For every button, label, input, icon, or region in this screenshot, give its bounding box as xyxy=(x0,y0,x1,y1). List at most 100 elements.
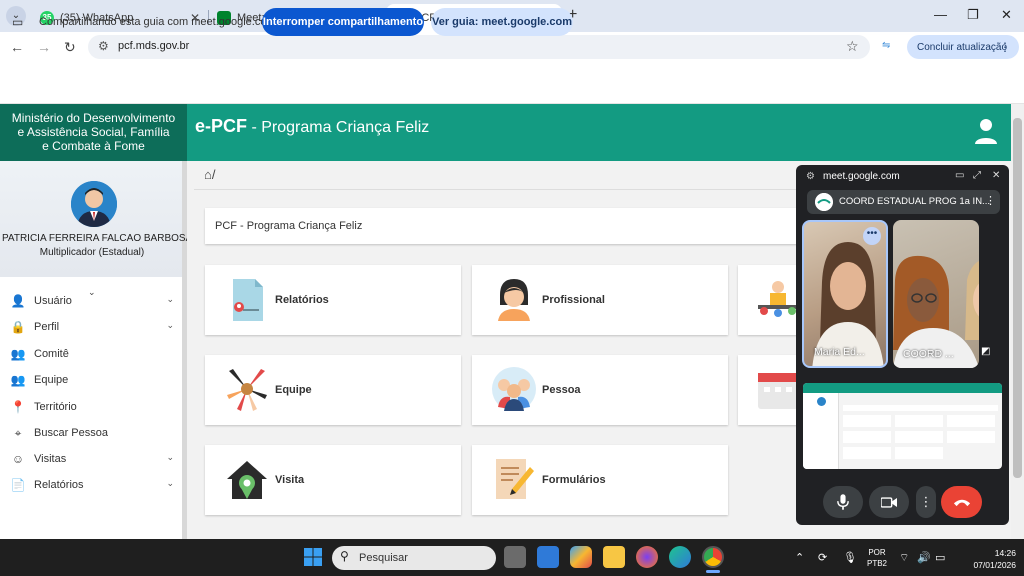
participant-tile[interactable]: COORD ... xyxy=(893,220,979,368)
sidebar-item-relatorios[interactable]: 📄 Relatórios ⌄ xyxy=(10,475,180,495)
site-info-icon[interactable]: ⚙ xyxy=(98,39,109,53)
chevron-down-icon: ⌄ xyxy=(166,320,174,330)
clock[interactable]: 14:26 07/01/2026 xyxy=(960,547,1016,571)
card-label: Profissional xyxy=(542,294,605,306)
calendar-icon xyxy=(758,373,798,409)
file-explorer-icon[interactable] xyxy=(603,546,625,568)
card-formularios[interactable]: Formulários xyxy=(472,445,728,515)
camera-button[interactable] xyxy=(869,486,909,518)
document-icon: 📄 xyxy=(10,478,26,492)
stop-sharing-button[interactable]: Interromper compartilhamento xyxy=(262,8,424,36)
restore-icon[interactable]: ❐ xyxy=(967,7,979,23)
copilot-icon[interactable] xyxy=(570,546,592,568)
preview-card xyxy=(947,431,995,443)
store-icon[interactable] xyxy=(537,546,559,568)
more-options-button[interactable]: ⋮ xyxy=(916,486,936,518)
card-label: Pessoa xyxy=(542,384,581,396)
app-title-bold: e-PCF xyxy=(195,116,248,136)
tray-chevron-icon[interactable]: ⌃ xyxy=(795,551,804,564)
card-pessoa[interactable]: Pessoa xyxy=(472,355,728,425)
windows-start-icon[interactable] xyxy=(304,548,322,566)
update-label: Concluir atualização xyxy=(917,41,1008,53)
presentation-icon: ◩ xyxy=(981,346,991,357)
sidebar-item-comite[interactable]: 👥 Comitê xyxy=(10,344,180,364)
back-icon[interactable]: ← xyxy=(10,39,24,55)
sync-icon[interactable]: ⟳ xyxy=(818,551,827,564)
forward-icon[interactable]: → xyxy=(37,39,51,55)
chrome-icon[interactable] xyxy=(702,546,724,568)
minimize-icon[interactable]: — xyxy=(934,7,947,22)
hang-up-button[interactable] xyxy=(941,486,982,518)
sidebar-item-label: Equipe xyxy=(34,374,69,386)
pip-close-icon[interactable]: ✕ xyxy=(992,170,1000,181)
firefox-icon[interactable] xyxy=(636,546,658,568)
more-vert-icon[interactable]: ⋮ xyxy=(985,194,996,207)
participant-name: Maria Ed... xyxy=(814,346,865,358)
meeting-logo-icon xyxy=(815,193,833,211)
sidebar-item-label: Território xyxy=(34,401,77,413)
camera-small-icon[interactable]: ▭ xyxy=(955,170,964,181)
card-partial[interactable] xyxy=(738,265,804,335)
app-title-rest: - Programa Criança Feliz xyxy=(247,119,430,136)
ministry-line: Ministério do Desenvolvimento xyxy=(11,111,176,125)
share-status-text: Compartilhando esta guia com meet.google… xyxy=(39,16,276,28)
volume-icon[interactable]: 🔊 xyxy=(917,551,931,564)
camera-icon xyxy=(881,496,897,508)
wifi-icon[interactable]: ⌔ xyxy=(899,551,909,565)
more-vert-icon[interactable]: ⋮ xyxy=(999,40,1011,54)
sidebar-item-label: Perfil xyxy=(34,321,60,333)
address-bar[interactable]: ⚙ pcf.mds.gov.br xyxy=(88,35,870,59)
card-label: Visita xyxy=(275,474,305,486)
card-label: Formulários xyxy=(542,474,606,486)
edge-icon[interactable] xyxy=(669,546,691,568)
back-to-tab-icon[interactable]: ⤢ xyxy=(973,170,981,181)
report-icon xyxy=(233,279,263,321)
task-view-icon[interactable] xyxy=(504,546,526,568)
meeting-name: COORD ESTADUAL PROG 1a IN... xyxy=(839,196,990,207)
person-icon: 👤 xyxy=(10,294,26,308)
scrollbar-thumb[interactable] xyxy=(1013,118,1022,478)
card-profissional[interactable]: Profissional xyxy=(472,265,728,335)
shared-screen-preview[interactable] xyxy=(803,383,1002,469)
clock-date: 07/01/2026 xyxy=(973,560,1016,570)
reload-icon[interactable]: ↻ xyxy=(64,39,76,56)
more-horiz-icon[interactable]: ••• xyxy=(863,227,881,245)
input-language[interactable]: POR PTB2 xyxy=(864,547,890,569)
preview-avatar xyxy=(817,397,826,406)
tune-icon[interactable]: ⚙ xyxy=(806,171,815,182)
sidebar-item-perfil[interactable]: 🔒 Perfil ⌄ xyxy=(10,317,180,337)
microphone-button[interactable] xyxy=(823,486,863,518)
update-button[interactable]: Concluir atualização ⋮ xyxy=(907,35,1019,59)
taskbar-search[interactable] xyxy=(332,546,496,570)
microphone-tray-icon[interactable]: 🎙 xyxy=(843,551,857,564)
battery-icon[interactable]: ▭ xyxy=(935,551,945,564)
sidebar-item-label: Visitas xyxy=(34,453,67,465)
sidebar-item-visitas[interactable]: ☺ Visitas ⌄ xyxy=(10,449,180,469)
sidebar-item-label: Comitê xyxy=(34,348,69,360)
view-tab-button[interactable]: Ver guia: meet.google.com xyxy=(431,8,573,36)
user-account-icon[interactable] xyxy=(975,118,997,146)
home-icon[interactable]: ⌂ xyxy=(204,167,212,182)
bookmark-star-icon[interactable]: ☆ xyxy=(846,38,859,55)
card-relatorios[interactable]: Relatórios xyxy=(205,265,461,335)
sidebar-item-usuario[interactable]: 👤 Usuário ⌄ xyxy=(10,291,180,311)
breadcrumb: ⌂/ xyxy=(204,167,215,182)
preview-card xyxy=(895,431,943,443)
microphone-icon xyxy=(837,494,849,510)
sidebar-item-buscar-pessoa[interactable]: ⌖ Buscar Pessoa xyxy=(10,423,180,443)
participant-name: COORD ... xyxy=(903,348,954,360)
cast-icon: ▭ xyxy=(12,15,24,29)
card-partial[interactable] xyxy=(738,355,804,425)
extension-icon[interactable]: ⇋ xyxy=(882,40,890,51)
preview-card xyxy=(843,447,891,459)
sidebar-item-equipe[interactable]: 👥 Equipe xyxy=(10,370,180,390)
people-icon xyxy=(492,367,536,411)
card-visita[interactable]: Visita xyxy=(205,445,461,515)
card-equipe[interactable]: Equipe xyxy=(205,355,461,425)
chevron-down-icon: ⌄ xyxy=(166,452,174,462)
sidebar-item-territorio[interactable]: 📍 Território xyxy=(10,397,180,417)
lock-icon: 🔒 xyxy=(10,320,26,334)
card-label: Relatórios xyxy=(275,294,329,306)
window-close-icon[interactable]: ✕ xyxy=(1001,7,1012,23)
card-label: Equipe xyxy=(275,384,312,396)
